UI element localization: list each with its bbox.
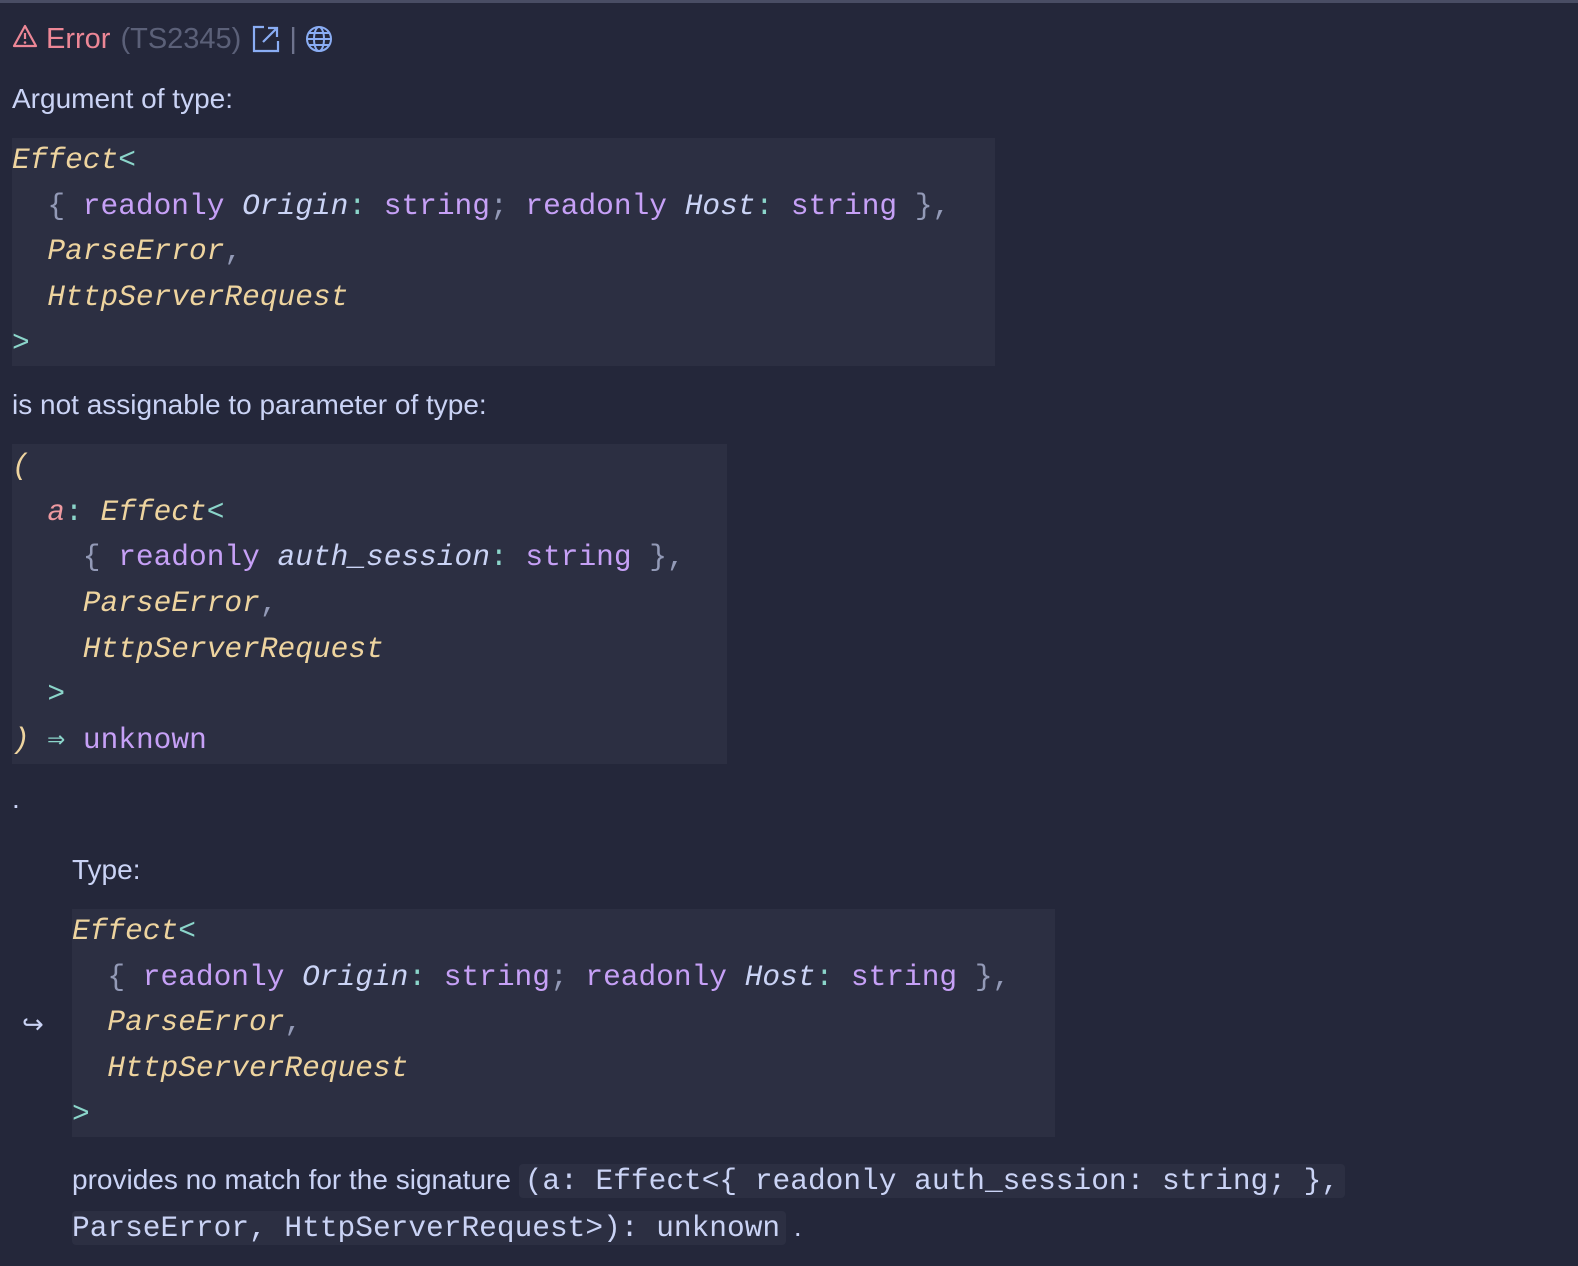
code-token: : — [348, 188, 384, 223]
code-token: > — [12, 325, 30, 360]
code-token: : — [815, 959, 851, 994]
code-token: HttpServerRequest — [47, 280, 349, 315]
code-line: a: Effect< — [12, 490, 727, 536]
code-token: Effect — [12, 143, 119, 177]
error-title: Error — [46, 22, 111, 55]
code-line: ParseError, — [12, 581, 727, 627]
code-token: auth_session — [277, 540, 490, 575]
code-line: > — [12, 672, 727, 718]
code-line: ParseError, — [12, 229, 995, 275]
code-line: Effect< — [72, 909, 1055, 955]
code-token: string — [443, 959, 550, 994]
code-token: ; — [489, 188, 526, 223]
code-token: Host — [744, 959, 816, 994]
code-token: readonly — [142, 959, 303, 994]
code-line: ( — [12, 444, 727, 490]
code-token: : — [408, 959, 444, 994]
code-token: readonly — [118, 540, 278, 575]
code-token: string — [383, 188, 490, 223]
argument-type-block: Effect<{ readonly Origin: string; readon… — [12, 138, 995, 367]
code-token: : — [65, 494, 101, 529]
signature-code-2: ParseError, HttpServerRequest>): unknown — [72, 1211, 787, 1245]
argument-label: Argument of type: — [12, 83, 234, 114]
code-token: readonly — [525, 188, 685, 223]
code-token: Effect — [72, 914, 179, 948]
code-token: ⇒ — [29, 723, 83, 758]
code-token: : — [755, 188, 791, 223]
code-token: string — [790, 188, 898, 223]
code-token: ) — [12, 723, 30, 758]
code-token: string — [850, 959, 958, 994]
end-period: . — [793, 1211, 802, 1242]
code-token: ; — [549, 959, 586, 994]
code-token: }, — [957, 959, 1011, 994]
code-token: > — [47, 677, 66, 712]
code-line: { readonly Origin: string; readonly Host… — [72, 955, 1055, 1001]
signature-code-1: (a: Effect<{ readonly auth_session: stri… — [518, 1164, 1346, 1198]
code-token: < — [206, 494, 225, 529]
code-line: > — [72, 1092, 1055, 1138]
type-label: Type: — [72, 854, 141, 885]
code-token: readonly — [585, 959, 745, 994]
code-token: : — [489, 540, 526, 575]
code-token: }, — [631, 540, 685, 575]
period: . — [12, 783, 20, 814]
code-token: a — [47, 494, 66, 529]
code-token: { — [47, 188, 83, 223]
code-token: HttpServerRequest — [82, 631, 384, 666]
code-token: < — [118, 143, 136, 177]
code-line: { readonly auth_session: string }, — [12, 535, 727, 581]
code-line: HttpServerRequest — [12, 627, 727, 673]
error-code: (TS2345) — [120, 22, 242, 55]
code-token: , — [224, 234, 243, 269]
code-line: HttpServerRequest — [72, 1046, 1055, 1092]
code-token: Origin — [302, 959, 409, 994]
code-token: ParseError — [107, 1005, 285, 1040]
code-token: Effect — [100, 494, 207, 529]
code-token: { — [82, 540, 119, 575]
code-token: readonly — [82, 188, 243, 223]
code-token: ParseError — [82, 586, 260, 621]
signature-message: provides no match for the signature (a: … — [72, 1157, 1472, 1251]
code-line: ParseError, — [72, 1000, 1055, 1046]
globe-icon[interactable] — [305, 25, 333, 53]
separator: | — [289, 22, 297, 55]
code-token: > — [72, 1096, 90, 1131]
code-token: Host — [684, 188, 756, 223]
parameter-label: is not assignable to parameter of type: — [12, 389, 487, 420]
code-line: { readonly Origin: string; readonly Host… — [12, 184, 995, 230]
external-link-icon[interactable] — [251, 24, 281, 54]
code-token: ParseError — [47, 234, 225, 269]
warning-icon — [12, 23, 38, 56]
provides-text: provides no match for the signature — [72, 1164, 511, 1195]
code-token: string — [525, 540, 632, 575]
code-token: < — [178, 914, 196, 948]
code-line: Effect< — [12, 138, 995, 184]
code-token: Origin — [242, 188, 349, 223]
code-token: , — [284, 1005, 303, 1040]
error-header: Error (TS2345) | — [12, 19, 333, 59]
code-line: HttpServerRequest — [12, 275, 995, 321]
code-token: { — [107, 959, 143, 994]
type-block: Effect<{ readonly Origin: string; readon… — [72, 909, 1055, 1138]
code-token: unknown — [82, 723, 207, 758]
code-token: HttpServerRequest — [107, 1051, 409, 1086]
code-token: , — [259, 586, 278, 621]
code-token: }, — [897, 188, 951, 223]
code-line: ) ⇒ unknown — [12, 718, 727, 764]
code-token: ( — [12, 449, 30, 483]
return-arrow-icon: ↪ — [22, 1009, 44, 1039]
code-line: > — [12, 321, 995, 367]
parameter-type-block: (a: Effect<{ readonly auth_session: stri… — [12, 444, 727, 764]
